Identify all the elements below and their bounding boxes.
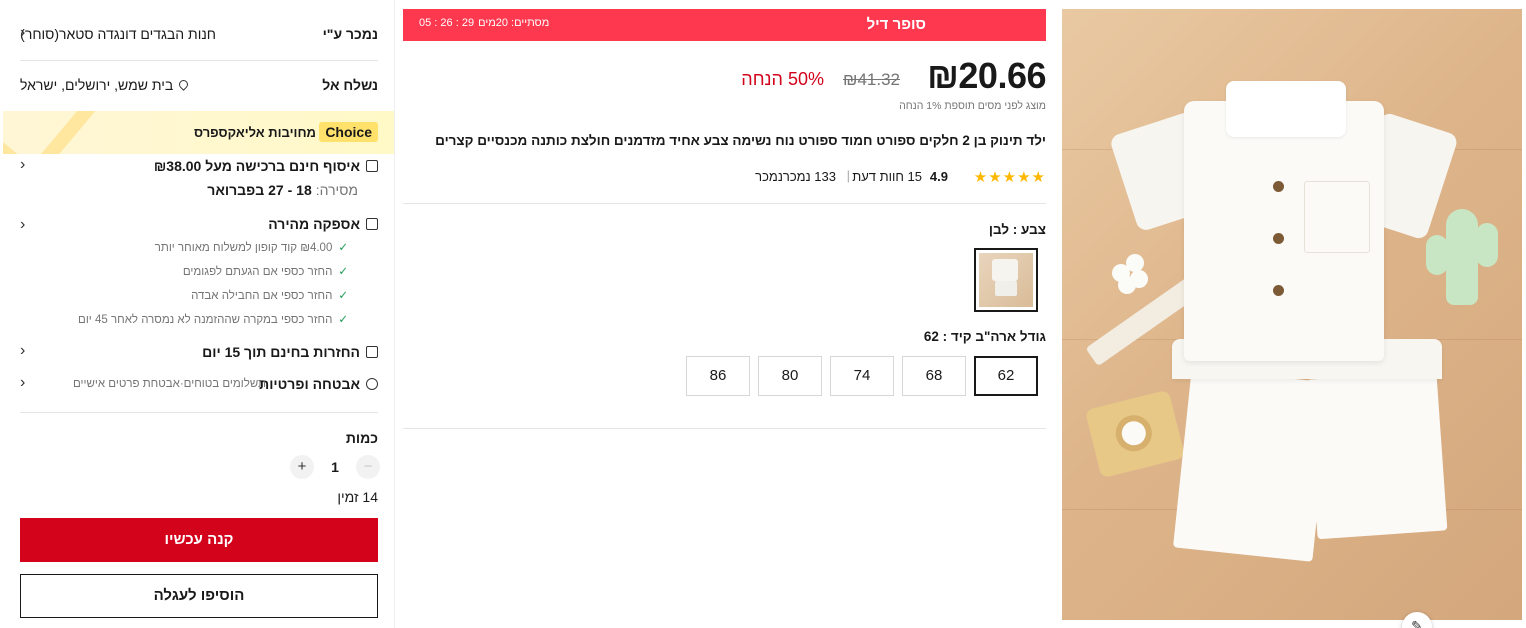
chevron-left-icon[interactable]: ‹: [20, 342, 25, 360]
security-title: אבטחה ופרטיות: [259, 376, 378, 392]
cactus-arm: [1476, 223, 1498, 267]
add-to-cart-button[interactable]: הוסיפו לעגלה: [20, 574, 378, 618]
super-deal-bar: סופר דיל מסתיים: 20מים29 : 26 : 05: [403, 9, 1046, 41]
cactus-body: [1446, 209, 1478, 305]
perk-item: ✓₪4.00 קוד קופון למשלוח מאוחר יותר: [154, 242, 348, 254]
size-option[interactable]: 62: [974, 356, 1038, 396]
size-option[interactable]: 68: [902, 356, 966, 396]
available-count: 14 זמין: [337, 489, 378, 505]
delivery-estimate: מסירה:18 - 27 בפברואר: [207, 182, 358, 198]
ship-to-row[interactable]: נשלח אל בית שמש, ירושלים, ישראל: [20, 74, 378, 98]
original-price: ₪41.32: [843, 70, 900, 89]
discount-badge: 50% הנחה: [741, 69, 824, 89]
deal-name: סופר דיל: [866, 16, 926, 33]
free-pickup-title: איסוף חינם ברכישה מעל ₪38.00: [154, 158, 378, 174]
separator: |: [846, 168, 850, 183]
free-returns-row[interactable]: החזרות בחינם תוך 15 יום ‹: [20, 342, 378, 364]
check-icon: ✓: [338, 314, 348, 326]
perk-item: ✓החזר כספי במקרה שההזמנה לא נמסרה לאחר 4…: [78, 314, 348, 326]
choice-commitment-text: מחויבות אליאקספרס: [194, 125, 316, 140]
product-main-image[interactable]: [1062, 9, 1522, 620]
color-label: צבע : לבן: [988, 222, 1046, 237]
free-returns-title: החזרות בחינם תוך 15 יום: [202, 344, 378, 360]
shirt-button: [1273, 233, 1284, 244]
divider: [20, 412, 378, 413]
perk-item: ✓החזר כספי אם הגעתם לפגומים: [182, 266, 348, 278]
shorts: [1172, 339, 1472, 569]
divider: [403, 428, 1046, 429]
shirt-pocket: [1304, 181, 1370, 253]
choice-tag: Choice: [319, 122, 378, 142]
divider: [20, 60, 378, 61]
shirt-collar: [1226, 81, 1346, 137]
check-icon: ✓: [338, 266, 348, 278]
ship-to-label: נשלח אל: [322, 77, 378, 93]
size-option[interactable]: 86: [686, 356, 750, 396]
thumb-shorts: [995, 281, 1017, 296]
countdown-timer: 29 : 26 : 05: [419, 17, 475, 29]
camera-lens: [1111, 411, 1156, 456]
buy-now-button[interactable]: קנה עכשיו: [20, 518, 378, 562]
shirt-button: [1273, 181, 1284, 192]
current-price: ₪20.66: [927, 55, 1046, 96]
chevron-left-icon[interactable]: ‹: [20, 156, 25, 174]
color-thumbnail-image: [979, 253, 1033, 307]
fast-delivery-title: אספקה מהירה: [268, 216, 378, 232]
tax-note: מוצג לפני מסים תוספת 1% הנחה: [899, 100, 1046, 112]
shirt-button: [1273, 285, 1284, 296]
star-rating-icon: ★★★★★: [973, 169, 1046, 186]
reviews-link[interactable]: 15 חוות דעת: [852, 169, 922, 184]
product-info: סופר דיל מסתיים: 20מים29 : 26 : 05 ₪20.6…: [403, 9, 1046, 628]
check-icon: ✓: [338, 290, 348, 302]
seller-row[interactable]: נמכר ע"י חנות הבגדים דונגדה סטאר(סוחר) ‹: [20, 22, 378, 48]
chevron-left-icon[interactable]: ‹: [20, 24, 25, 42]
shorts-leg: [1306, 370, 1448, 540]
price-row: ₪20.66 ₪41.32 50% הנחה: [403, 55, 1046, 101]
size-label: גודל ארה"ב קיד : 62: [923, 329, 1046, 344]
perk-item: ✓החזר כספי אם החבילה אבדה: [191, 290, 348, 302]
location-pin-icon: [177, 78, 191, 91]
chevron-left-icon[interactable]: ‹: [20, 216, 25, 234]
toy-camera: [1084, 389, 1186, 479]
cactus-decoration: [1424, 209, 1502, 305]
security-subtitle: תשלומים בטוחים·אבטחת פרטים אישיים: [72, 378, 266, 390]
truck-icon: [366, 160, 378, 172]
rating-score: 4.9: [929, 169, 948, 184]
purchase-sidebar: נמכר ע"י חנות הבגדים דונגדה סטאר(סוחר) ‹…: [0, 0, 395, 628]
thumb-shirt: [992, 259, 1018, 281]
chevron-left-icon[interactable]: ‹: [20, 374, 25, 392]
quantity-stepper[interactable]: − 1 +: [290, 455, 380, 481]
shield-icon: [366, 378, 378, 390]
checkmark-decoration-icon: [3, 111, 98, 154]
quantity-value[interactable]: 1: [326, 459, 344, 475]
cactus-arm: [1426, 235, 1448, 275]
sold-count: 133 נמכרנמכר: [755, 169, 836, 184]
divider: [403, 203, 1046, 204]
quantity-minus-button[interactable]: −: [356, 455, 380, 479]
quantity-plus-button[interactable]: +: [290, 455, 314, 479]
color-option-white[interactable]: [974, 248, 1038, 312]
free-pickup-row[interactable]: איסוף חינם ברכישה מעל ₪38.00 מסירה:18 - …: [20, 156, 378, 202]
check-icon: ✓: [338, 242, 348, 254]
deal-countdown: מסתיים: 20מים29 : 26 : 05: [419, 17, 550, 29]
choice-banner: Choice מחויבות אליאקספרס: [3, 111, 394, 154]
shirt: [1108, 61, 1460, 361]
security-privacy-row[interactable]: אבטחה ופרטיות תשלומים בטוחים·אבטחת פרטים…: [20, 374, 378, 396]
return-box-icon: [366, 346, 378, 358]
fast-delivery-row[interactable]: אספקה מהירה ‹ ✓₪4.00 קוד קופון למשלוח מא…: [20, 216, 378, 328]
size-option[interactable]: 74: [830, 356, 894, 396]
product-title: ילד תינוק בן 2 חלקים ספורט חמוד ספורט נו…: [435, 133, 1046, 148]
seller-label: נמכר ע"י: [322, 26, 378, 42]
ship-to-location[interactable]: בית שמש, ירושלים, ישראל: [20, 77, 191, 93]
seller-store-link[interactable]: חנות הבגדים דונגדה סטאר(סוחר): [20, 26, 216, 42]
box-icon: [366, 218, 378, 230]
size-option[interactable]: 80: [758, 356, 822, 396]
quantity-label: כמות: [345, 430, 378, 446]
